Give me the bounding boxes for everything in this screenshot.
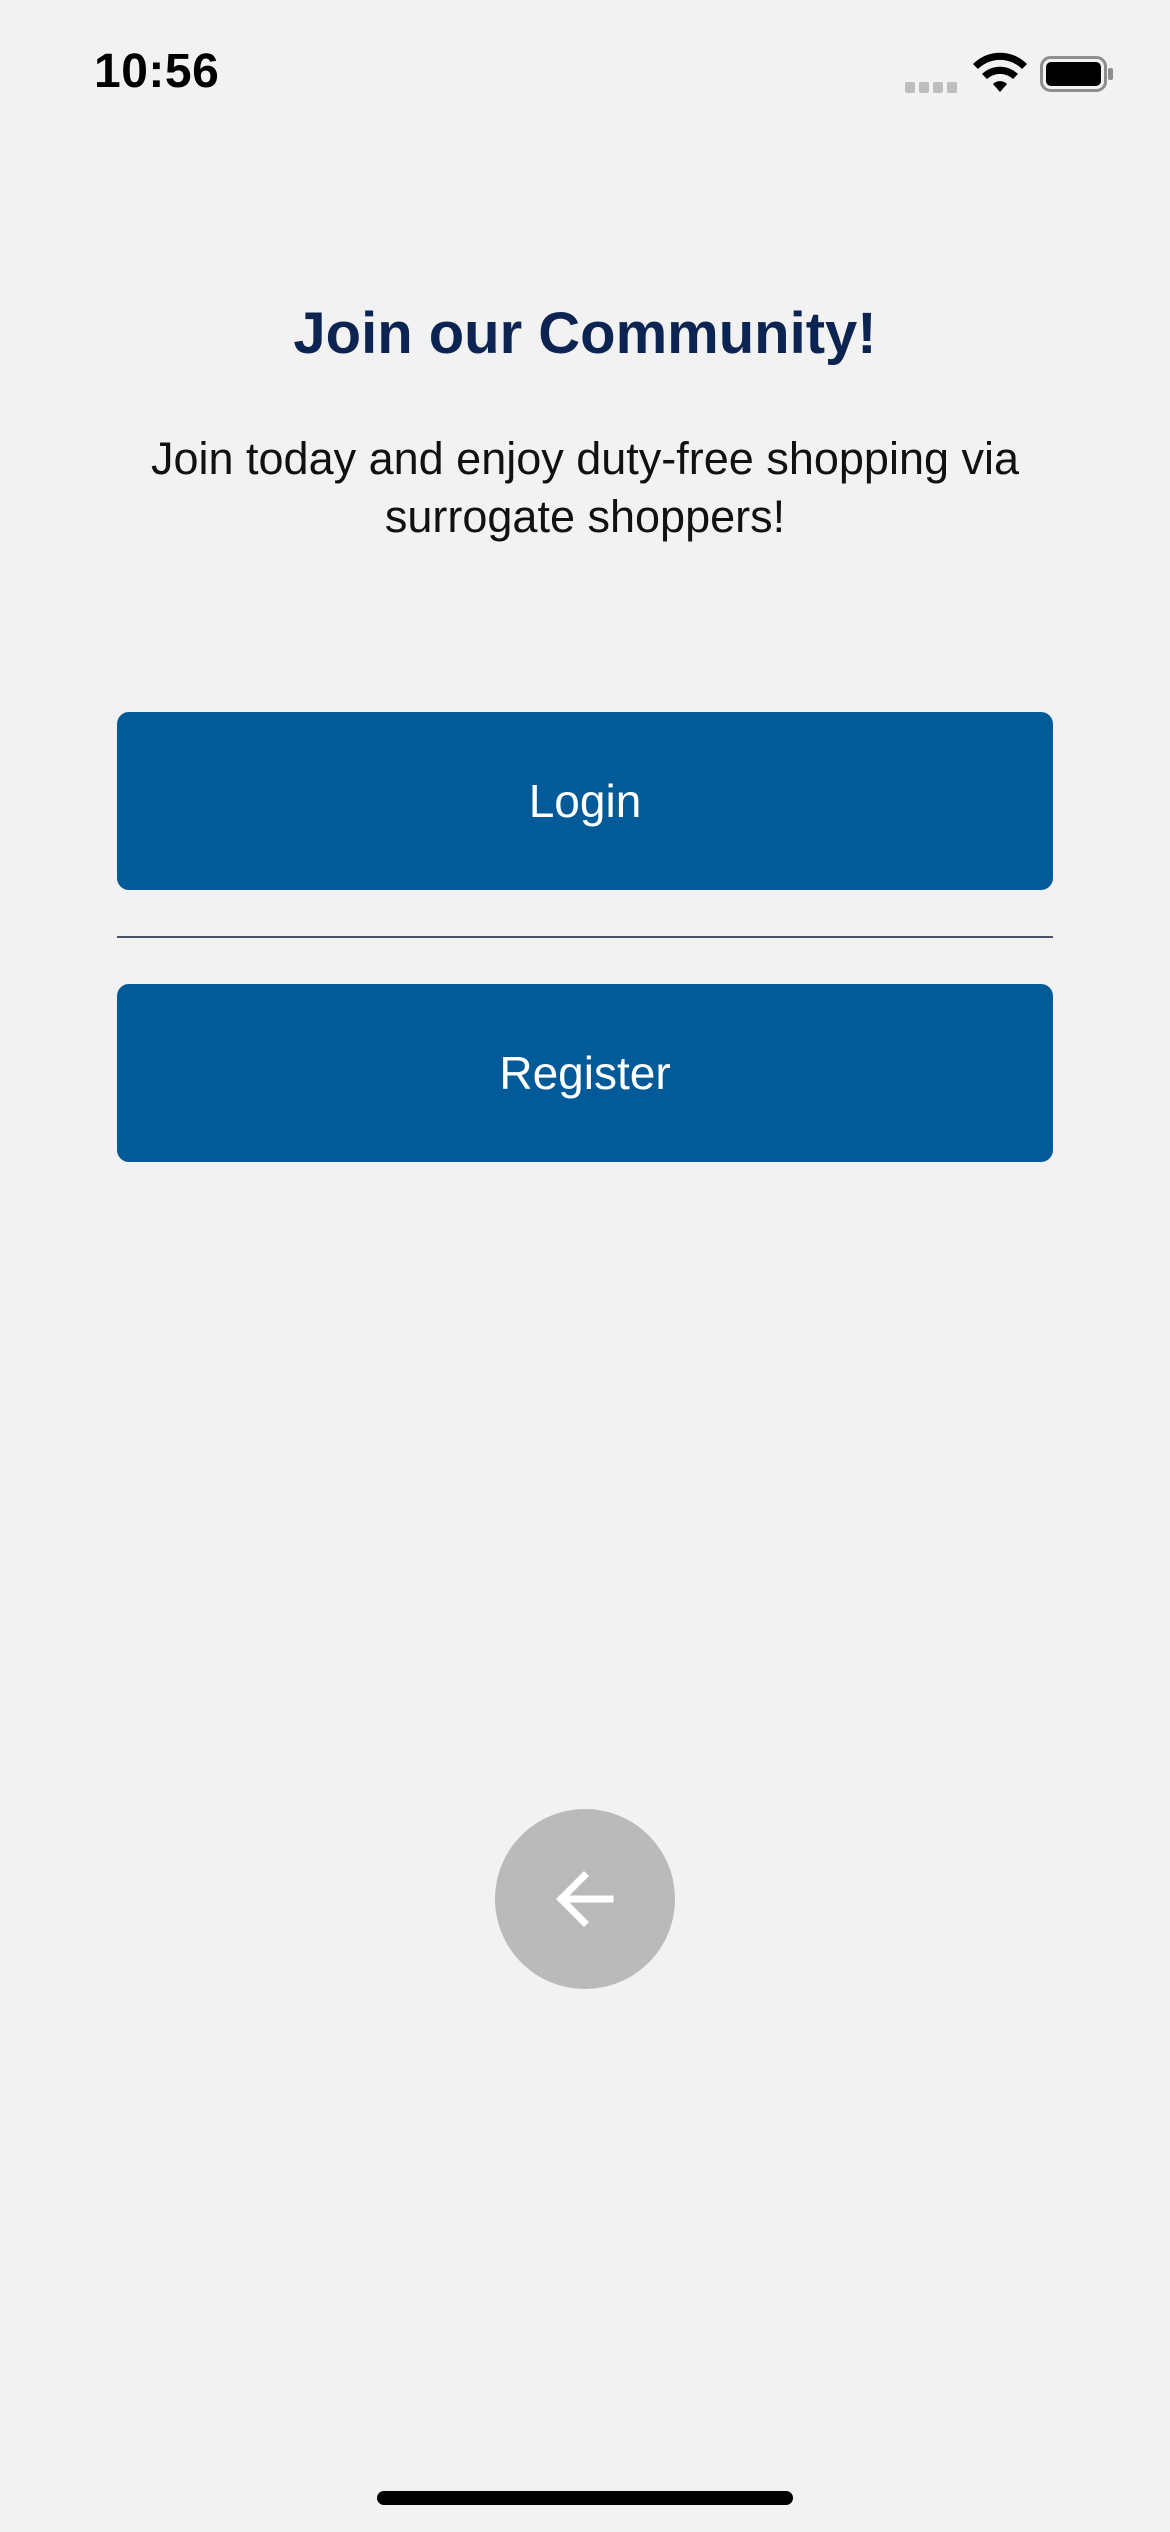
subtitle: Join today and enjoy duty-free shopping … [150, 433, 1020, 542]
status-bar: 10:56 [0, 0, 1170, 150]
login-button[interactable]: Login [117, 712, 1053, 890]
arrow-left-icon [556, 1871, 614, 1927]
register-button[interactable]: Register [117, 984, 1053, 1162]
cellular-signal-icon [905, 82, 960, 94]
home-indicator[interactable] [377, 2491, 793, 2505]
page-title: Join our Community! [293, 301, 877, 366]
status-time: 10:56 [94, 45, 220, 98]
back-button[interactable] [495, 1809, 675, 1989]
wifi-icon [973, 52, 1027, 92]
battery-icon [1040, 56, 1113, 92]
divider [117, 936, 1053, 938]
